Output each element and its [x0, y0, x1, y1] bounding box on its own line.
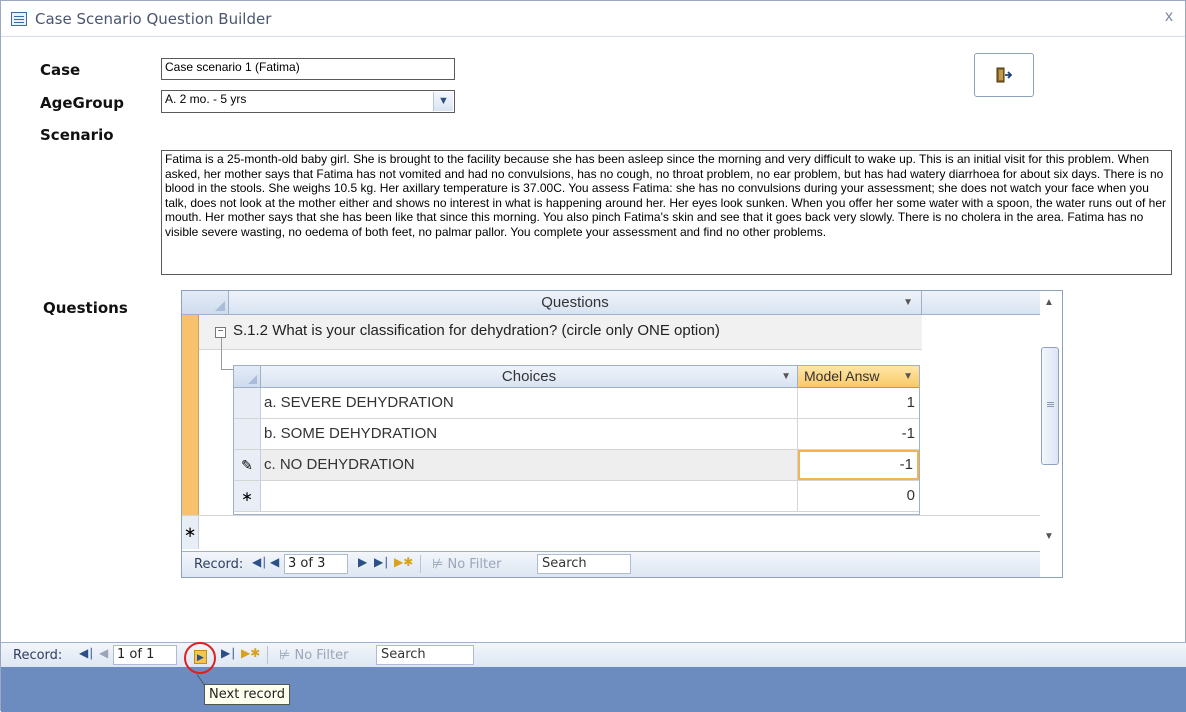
highlight-circle — [184, 642, 216, 674]
question-row[interactable]: − S.1.2 What is your classification for … — [199, 315, 922, 350]
separator — [267, 646, 268, 664]
case-label: Case — [40, 61, 81, 79]
model-answer-header-label: Model Answ — [804, 368, 880, 384]
question-text[interactable]: S.1.2 What is your classification for de… — [233, 322, 720, 339]
tree-connector — [221, 338, 233, 370]
previous-record-icon[interactable]: ◀ — [270, 555, 279, 569]
model-answer-cell[interactable]: 0 — [798, 481, 919, 511]
choice-cell[interactable]: a. SEVERE DEHYDRATION — [261, 388, 798, 418]
row-selector[interactable] — [234, 419, 261, 449]
close-icon[interactable]: x — [1165, 8, 1173, 26]
next-record-icon[interactable]: ▶ — [358, 555, 367, 569]
choice-new-row[interactable]: ∗ 0 — [234, 481, 919, 512]
last-record-icon[interactable]: ▶∣ — [374, 555, 389, 569]
previous-record-icon[interactable]: ◀ — [99, 646, 108, 660]
current-record-box[interactable]: 1 of 1 — [113, 645, 177, 665]
choice-cell[interactable] — [261, 481, 798, 511]
title-bar: Case Scenario Question Builder x — [1, 1, 1185, 37]
scenario-label: Scenario — [40, 126, 114, 144]
next-record-tooltip: Next record — [204, 684, 290, 705]
sort-arrow-icon[interactable]: ▼ — [903, 291, 913, 314]
questions-header-label: Questions — [541, 294, 609, 311]
questions-column-header[interactable]: Questions ▼ — [229, 291, 922, 315]
choice-row[interactable]: a. SEVERE DEHYDRATION 1 — [234, 388, 919, 419]
search-input[interactable]: Search — [376, 645, 474, 665]
first-record-icon[interactable]: ◀∣ — [252, 555, 267, 569]
sort-arrow-icon[interactable]: ▼ — [781, 366, 791, 387]
model-answer-column-header[interactable]: Model Answ ▼ — [798, 366, 919, 388]
filter-icon: ⊭ — [279, 648, 291, 663]
current-record-box[interactable]: 3 of 3 — [284, 554, 348, 574]
select-all-corner[interactable] — [182, 291, 229, 315]
new-record-icon[interactable]: ▶✱ — [394, 555, 413, 569]
form-navigation-bar: Record: ◀∣ ◀ 1 of 1 ▶∣ ▶✱ ⊭ No Filter Se… — [1, 642, 1186, 668]
new-record-icon[interactable]: ▶✱ — [241, 646, 260, 660]
status-bar — [1, 667, 1186, 712]
edit-pencil-icon[interactable]: ✎ — [234, 450, 261, 480]
choices-column-header[interactable]: Choices ▼ — [261, 366, 798, 388]
choice-row-current[interactable]: ✎ c. NO DEHYDRATION -1 — [234, 450, 919, 481]
choice-cell[interactable]: b. SOME DEHYDRATION — [261, 419, 798, 449]
agegroup-label: AgeGroup — [40, 94, 124, 112]
window-title: Case Scenario Question Builder — [35, 10, 272, 28]
new-record-icon[interactable]: ∗ — [234, 481, 261, 511]
sort-arrow-icon[interactable]: ▼ — [903, 366, 913, 387]
row-selector[interactable] — [234, 388, 261, 418]
choice-cell[interactable]: c. NO DEHYDRATION — [261, 450, 798, 480]
close-form-button[interactable] — [974, 53, 1034, 97]
scroll-thumb[interactable] — [1041, 347, 1059, 465]
model-answer-cell[interactable]: 1 — [798, 388, 919, 418]
exit-door-icon — [996, 67, 1013, 83]
no-filter-button[interactable]: ⊭ No Filter — [279, 648, 348, 663]
vertical-scrollbar[interactable]: ▲ ▼ — [1040, 291, 1062, 549]
form-icon — [11, 12, 27, 26]
agegroup-combo[interactable]: A. 2 mo. - 5 yrs ▼ — [161, 90, 455, 113]
form-window: Case Scenario Question Builder x Case Ag… — [0, 0, 1186, 712]
scroll-down-icon[interactable]: ▼ — [1044, 531, 1054, 542]
no-filter-label: No Filter — [294, 648, 349, 663]
last-record-icon[interactable]: ▶∣ — [221, 646, 236, 660]
agegroup-value: A. 2 mo. - 5 yrs — [165, 92, 247, 106]
question-new-row[interactable]: ∗ — [182, 515, 1040, 549]
record-label: Record: — [13, 648, 63, 663]
choice-row[interactable]: b. SOME DEHYDRATION -1 — [234, 419, 919, 450]
scenario-textbox[interactable]: Fatima is a 25-month-old baby girl. She … — [161, 150, 1172, 275]
choices-select-all[interactable] — [234, 366, 261, 388]
no-filter-label: No Filter — [447, 557, 502, 572]
separator — [420, 555, 421, 573]
subform-navigation-bar: Record: ◀∣ ◀ 3 of 3 ▶ ▶∣ ▶✱ ⊭ No Filter … — [182, 551, 1040, 577]
collapse-icon[interactable]: − — [215, 327, 226, 338]
new-record-icon[interactable]: ∗ — [182, 516, 199, 549]
record-selector-column[interactable] — [182, 291, 199, 549]
chevron-down-icon[interactable]: ▼ — [433, 92, 453, 111]
model-answer-cell-editing[interactable]: -1 — [798, 450, 919, 480]
model-answer-cell[interactable]: -1 — [798, 419, 919, 449]
case-field[interactable]: Case scenario 1 (Fatima) — [161, 58, 455, 80]
filter-icon: ⊭ — [432, 557, 444, 572]
choices-datasheet: Choices ▼ Model Answ ▼ a. SEVERE DEHYDRA… — [233, 365, 920, 515]
record-label: Record: — [194, 557, 244, 572]
search-input[interactable]: Search — [537, 554, 631, 574]
questions-subform: Questions ▼ − S.1.2 What is your classif… — [181, 290, 1063, 578]
first-record-icon[interactable]: ◀∣ — [79, 646, 94, 660]
questions-label: Questions — [43, 299, 128, 317]
no-filter-button[interactable]: ⊭ No Filter — [432, 557, 501, 572]
scroll-up-icon[interactable]: ▲ — [1044, 297, 1054, 308]
choices-header-label: Choices — [501, 368, 557, 385]
header-filler — [922, 291, 1040, 315]
